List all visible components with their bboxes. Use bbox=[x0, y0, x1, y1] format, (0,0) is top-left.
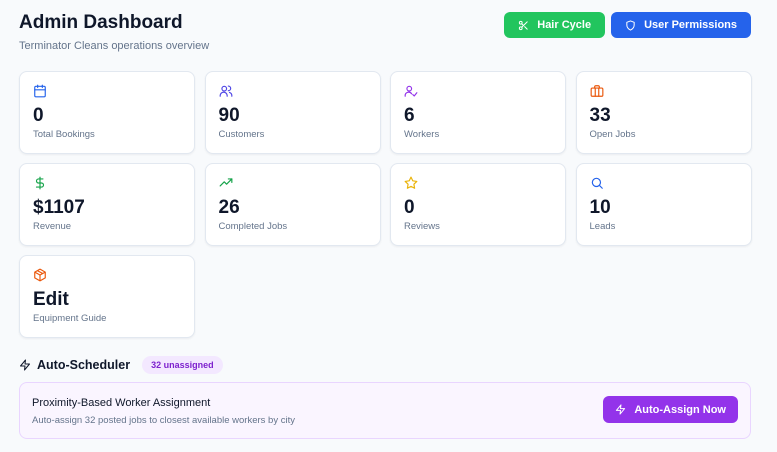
users-icon bbox=[219, 84, 233, 98]
stats-grid: 0 Total Bookings 90 Customers 6 Workers … bbox=[19, 71, 752, 338]
stat-label: Workers bbox=[404, 129, 440, 140]
hair-cycle-label: Hair Cycle bbox=[537, 19, 592, 31]
stat-value: 0 bbox=[33, 105, 44, 126]
search-icon bbox=[590, 176, 604, 190]
stat-card-total-bookings[interactable]: 0 Total Bookings bbox=[19, 71, 195, 154]
header-actions: Hair Cycle User Permissions bbox=[504, 12, 751, 38]
hair-cycle-button[interactable]: Hair Cycle bbox=[504, 12, 606, 38]
package-icon bbox=[33, 268, 47, 282]
stat-card-customers[interactable]: 90 Customers bbox=[204, 71, 381, 154]
auto-scheduler-panel: Proximity-Based Worker Assignment Auto-a… bbox=[19, 382, 751, 439]
auto-assign-label: Auto-Assign Now bbox=[634, 403, 726, 416]
stat-value: 26 bbox=[218, 197, 240, 218]
stat-label: Open Jobs bbox=[589, 129, 636, 140]
stat-value: 33 bbox=[589, 105, 611, 126]
shield-icon bbox=[626, 19, 635, 31]
stat-value: $1107 bbox=[33, 197, 85, 218]
stat-value: 90 bbox=[218, 105, 240, 126]
user-permissions-button[interactable]: User Permissions bbox=[611, 12, 751, 38]
zap-icon bbox=[616, 404, 626, 415]
zap-icon bbox=[20, 359, 30, 371]
stat-card-leads[interactable]: 10 Leads bbox=[575, 163, 752, 246]
trending-up-icon bbox=[219, 176, 233, 190]
stat-label: Leads bbox=[589, 221, 616, 232]
stat-card-equipment-guide[interactable]: Edit Equipment Guide bbox=[19, 255, 195, 338]
stat-label: Customers bbox=[218, 129, 265, 140]
user-check-icon bbox=[404, 84, 418, 98]
panel-description: Auto-assign 32 posted jobs to closest av… bbox=[32, 415, 295, 426]
stat-value: 0 bbox=[404, 197, 415, 218]
scissors-icon bbox=[519, 20, 528, 30]
page-header: Admin Dashboard Terminator Cleans operat… bbox=[19, 12, 751, 56]
stat-value: 10 bbox=[589, 197, 611, 218]
auto-scheduler-title: Auto-Scheduler bbox=[37, 358, 131, 372]
auto-assign-button[interactable]: Auto-Assign Now bbox=[603, 396, 738, 423]
stat-card-open-jobs[interactable]: 33 Open Jobs bbox=[575, 71, 752, 154]
stat-card-workers[interactable]: 6 Workers bbox=[390, 71, 566, 154]
stat-label: Completed Jobs bbox=[218, 221, 288, 232]
calendar-icon bbox=[33, 84, 47, 98]
stat-label: Equipment Guide bbox=[33, 313, 107, 324]
stat-card-reviews[interactable]: 0 Reviews bbox=[390, 163, 566, 246]
stat-value: Edit bbox=[33, 289, 69, 310]
panel-title: Proximity-Based Worker Assignment bbox=[32, 397, 211, 409]
stat-value: 6 bbox=[404, 105, 415, 126]
briefcase-icon bbox=[590, 84, 604, 98]
stat-label: Reviews bbox=[404, 221, 440, 232]
dollar-icon bbox=[33, 176, 47, 190]
stat-card-completed-jobs[interactable]: 26 Completed Jobs bbox=[204, 163, 381, 246]
auto-scheduler-header: Auto-Scheduler 32 unassigned bbox=[19, 356, 223, 374]
star-icon bbox=[404, 176, 418, 190]
stat-label: Revenue bbox=[33, 221, 72, 232]
unassigned-badge: 32 unassigned bbox=[142, 356, 223, 374]
page-subtitle: Terminator Cleans operations overview bbox=[19, 40, 210, 52]
stat-label: Total Bookings bbox=[33, 129, 95, 140]
stat-card-revenue[interactable]: $1107 Revenue bbox=[19, 163, 195, 246]
user-permissions-label: User Permissions bbox=[644, 19, 737, 31]
